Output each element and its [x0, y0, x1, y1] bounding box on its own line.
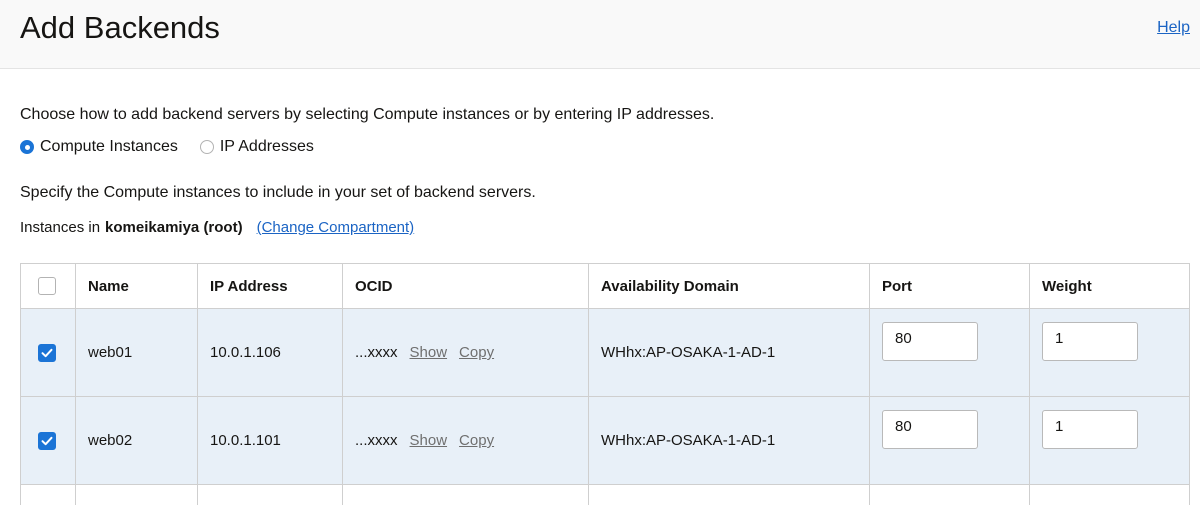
ocid-show-link[interactable]: Show — [410, 432, 448, 449]
weight-cell — [1030, 309, 1189, 396]
partial-cell — [21, 485, 76, 505]
partial-cell — [343, 485, 589, 505]
instance-ip: 10.0.1.106 — [198, 309, 343, 396]
port-cell — [870, 397, 1030, 484]
weight-input[interactable] — [1042, 322, 1138, 361]
partial-cell — [76, 485, 198, 505]
help-link[interactable]: Help — [1157, 19, 1190, 37]
instance-availability-domain: WHhx:AP-OSAKA-1-AD-1 — [589, 397, 870, 484]
radio-selected-icon[interactable] — [20, 140, 34, 154]
partial-cell — [589, 485, 870, 505]
intro-text: Choose how to add backend servers by sel… — [20, 106, 715, 123]
partial-cell — [1030, 485, 1189, 505]
ocid-show-link[interactable]: Show — [410, 344, 448, 361]
partial-cell — [870, 485, 1030, 505]
ocid-value: ...xxxx — [355, 432, 398, 449]
checkmark-icon — [41, 436, 53, 445]
ocid-copy-link[interactable]: Copy — [459, 344, 494, 361]
instance-availability-domain: WHhx:AP-OSAKA-1-AD-1 — [589, 309, 870, 396]
radio-label: Compute Instances — [40, 138, 178, 155]
instances-table: Name IP Address OCID Availability Domain… — [20, 263, 1190, 505]
port-cell — [870, 309, 1030, 396]
ocid-copy-link[interactable]: Copy — [459, 432, 494, 449]
weight-cell — [1030, 397, 1189, 484]
select-all-cell — [21, 264, 76, 308]
row-select-cell — [21, 397, 76, 484]
column-header-ip-address[interactable]: IP Address — [198, 264, 343, 308]
radio-ip-addresses[interactable]: IP Addresses — [199, 138, 314, 156]
column-header-availability-domain[interactable]: Availability Domain — [589, 264, 870, 308]
partial-cell — [198, 485, 343, 505]
radio-label: IP Addresses — [219, 138, 314, 155]
page-header: Add Backends Help — [0, 0, 1200, 69]
compartment-line: Instances in komeikamiya (root) (Change … — [20, 219, 414, 236]
row-select-cell — [21, 309, 76, 396]
column-header-name[interactable]: Name — [76, 264, 198, 308]
column-header-port[interactable]: Port — [870, 264, 1030, 308]
port-input[interactable] — [882, 322, 978, 361]
column-header-weight[interactable]: Weight — [1030, 264, 1189, 308]
instance-name: web02 — [76, 397, 198, 484]
compartment-name: komeikamiya (root) — [105, 219, 243, 236]
table-header-row: Name IP Address OCID Availability Domain… — [21, 264, 1189, 309]
instance-ocid: ...xxxx Show Copy — [343, 397, 589, 484]
page-title: Add Backends — [20, 10, 220, 45]
radio-compute-instances[interactable]: Compute Instances — [20, 138, 178, 156]
instance-ip: 10.0.1.101 — [198, 397, 343, 484]
port-input[interactable] — [882, 410, 978, 449]
select-all-checkbox[interactable] — [38, 277, 56, 295]
instance-ocid: ...xxxx Show Copy — [343, 309, 589, 396]
backend-mode-radio-group: Compute Instances IP Addresses — [20, 138, 336, 156]
specify-text: Specify the Compute instances to include… — [20, 184, 536, 201]
table-row: web02 10.0.1.101 ...xxxx Show Copy WHhx:… — [21, 397, 1189, 485]
row-checkbox[interactable] — [38, 343, 56, 362]
weight-input[interactable] — [1042, 410, 1138, 449]
instance-name: web01 — [76, 309, 198, 396]
checkmark-icon — [41, 348, 53, 357]
row-checkbox[interactable] — [38, 431, 56, 450]
ocid-value: ...xxxx — [355, 344, 398, 361]
table-row-partial — [21, 485, 1189, 505]
change-compartment-link[interactable]: (Change Compartment) — [257, 219, 415, 236]
compartment-prefix: Instances in — [20, 219, 101, 236]
column-header-ocid[interactable]: OCID — [343, 264, 589, 308]
radio-unselected-icon[interactable] — [199, 140, 214, 154]
table-row: web01 10.0.1.106 ...xxxx Show Copy WHhx:… — [21, 309, 1189, 397]
